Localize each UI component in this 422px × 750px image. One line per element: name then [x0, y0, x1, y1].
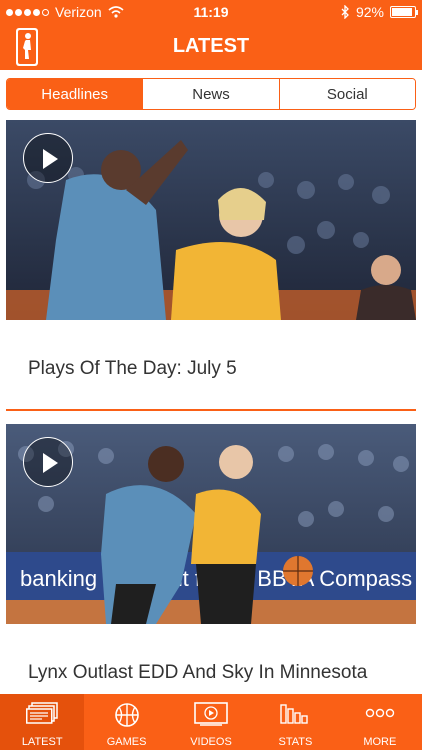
more-dots-icon	[365, 708, 395, 718]
bar-stats-icon	[280, 704, 309, 724]
play-icon[interactable]	[23, 437, 73, 487]
tab-news[interactable]: News	[142, 79, 279, 109]
status-right: 92%	[341, 4, 418, 20]
tab-more[interactable]: MORE	[338, 694, 422, 750]
tab-games[interactable]: GAMES	[84, 694, 168, 750]
tab-videos[interactable]: VIDEOS	[169, 694, 253, 750]
tab-social[interactable]: Social	[278, 79, 415, 109]
status-bar: Verizon 11:19 92%	[0, 0, 422, 24]
tab-stats[interactable]: STATS	[253, 694, 337, 750]
tab-latest[interactable]: LATEST	[0, 694, 85, 750]
basketball-icon	[114, 703, 139, 727]
tab-label: LATEST	[21, 736, 63, 748]
tab-label: MORE	[363, 736, 397, 748]
battery-percent: 92%	[355, 4, 384, 20]
article-headline[interactable]: Plays Of The Day: July 5	[28, 358, 237, 380]
news-stack-icon	[26, 702, 58, 724]
article-thumbnail[interactable]: banking on bright future BBVA Compass	[6, 424, 416, 624]
tab-headlines[interactable]: Headlines	[7, 79, 143, 109]
headline-filter-tabs: Headlines News Social	[6, 78, 416, 110]
article-headline[interactable]: Lynx Outlast EDD And Sky In Minnesota	[28, 662, 367, 684]
article-thumbnail[interactable]	[6, 120, 416, 320]
play-icon[interactable]	[23, 133, 73, 183]
tab-label: STATS	[278, 736, 313, 748]
tab-label: GAMES	[106, 736, 147, 748]
nav-bar: LATEST	[0, 24, 422, 70]
page-title: LATEST	[172, 35, 250, 57]
battery-icon	[390, 6, 418, 18]
bottom-tab-bar: LATEST GAMES VIDEOS STATS MORE	[0, 694, 422, 750]
bluetooth-icon	[341, 5, 349, 19]
article-divider	[6, 409, 416, 411]
video-play-icon	[194, 702, 228, 726]
tab-label: VIDEOS	[190, 736, 232, 748]
